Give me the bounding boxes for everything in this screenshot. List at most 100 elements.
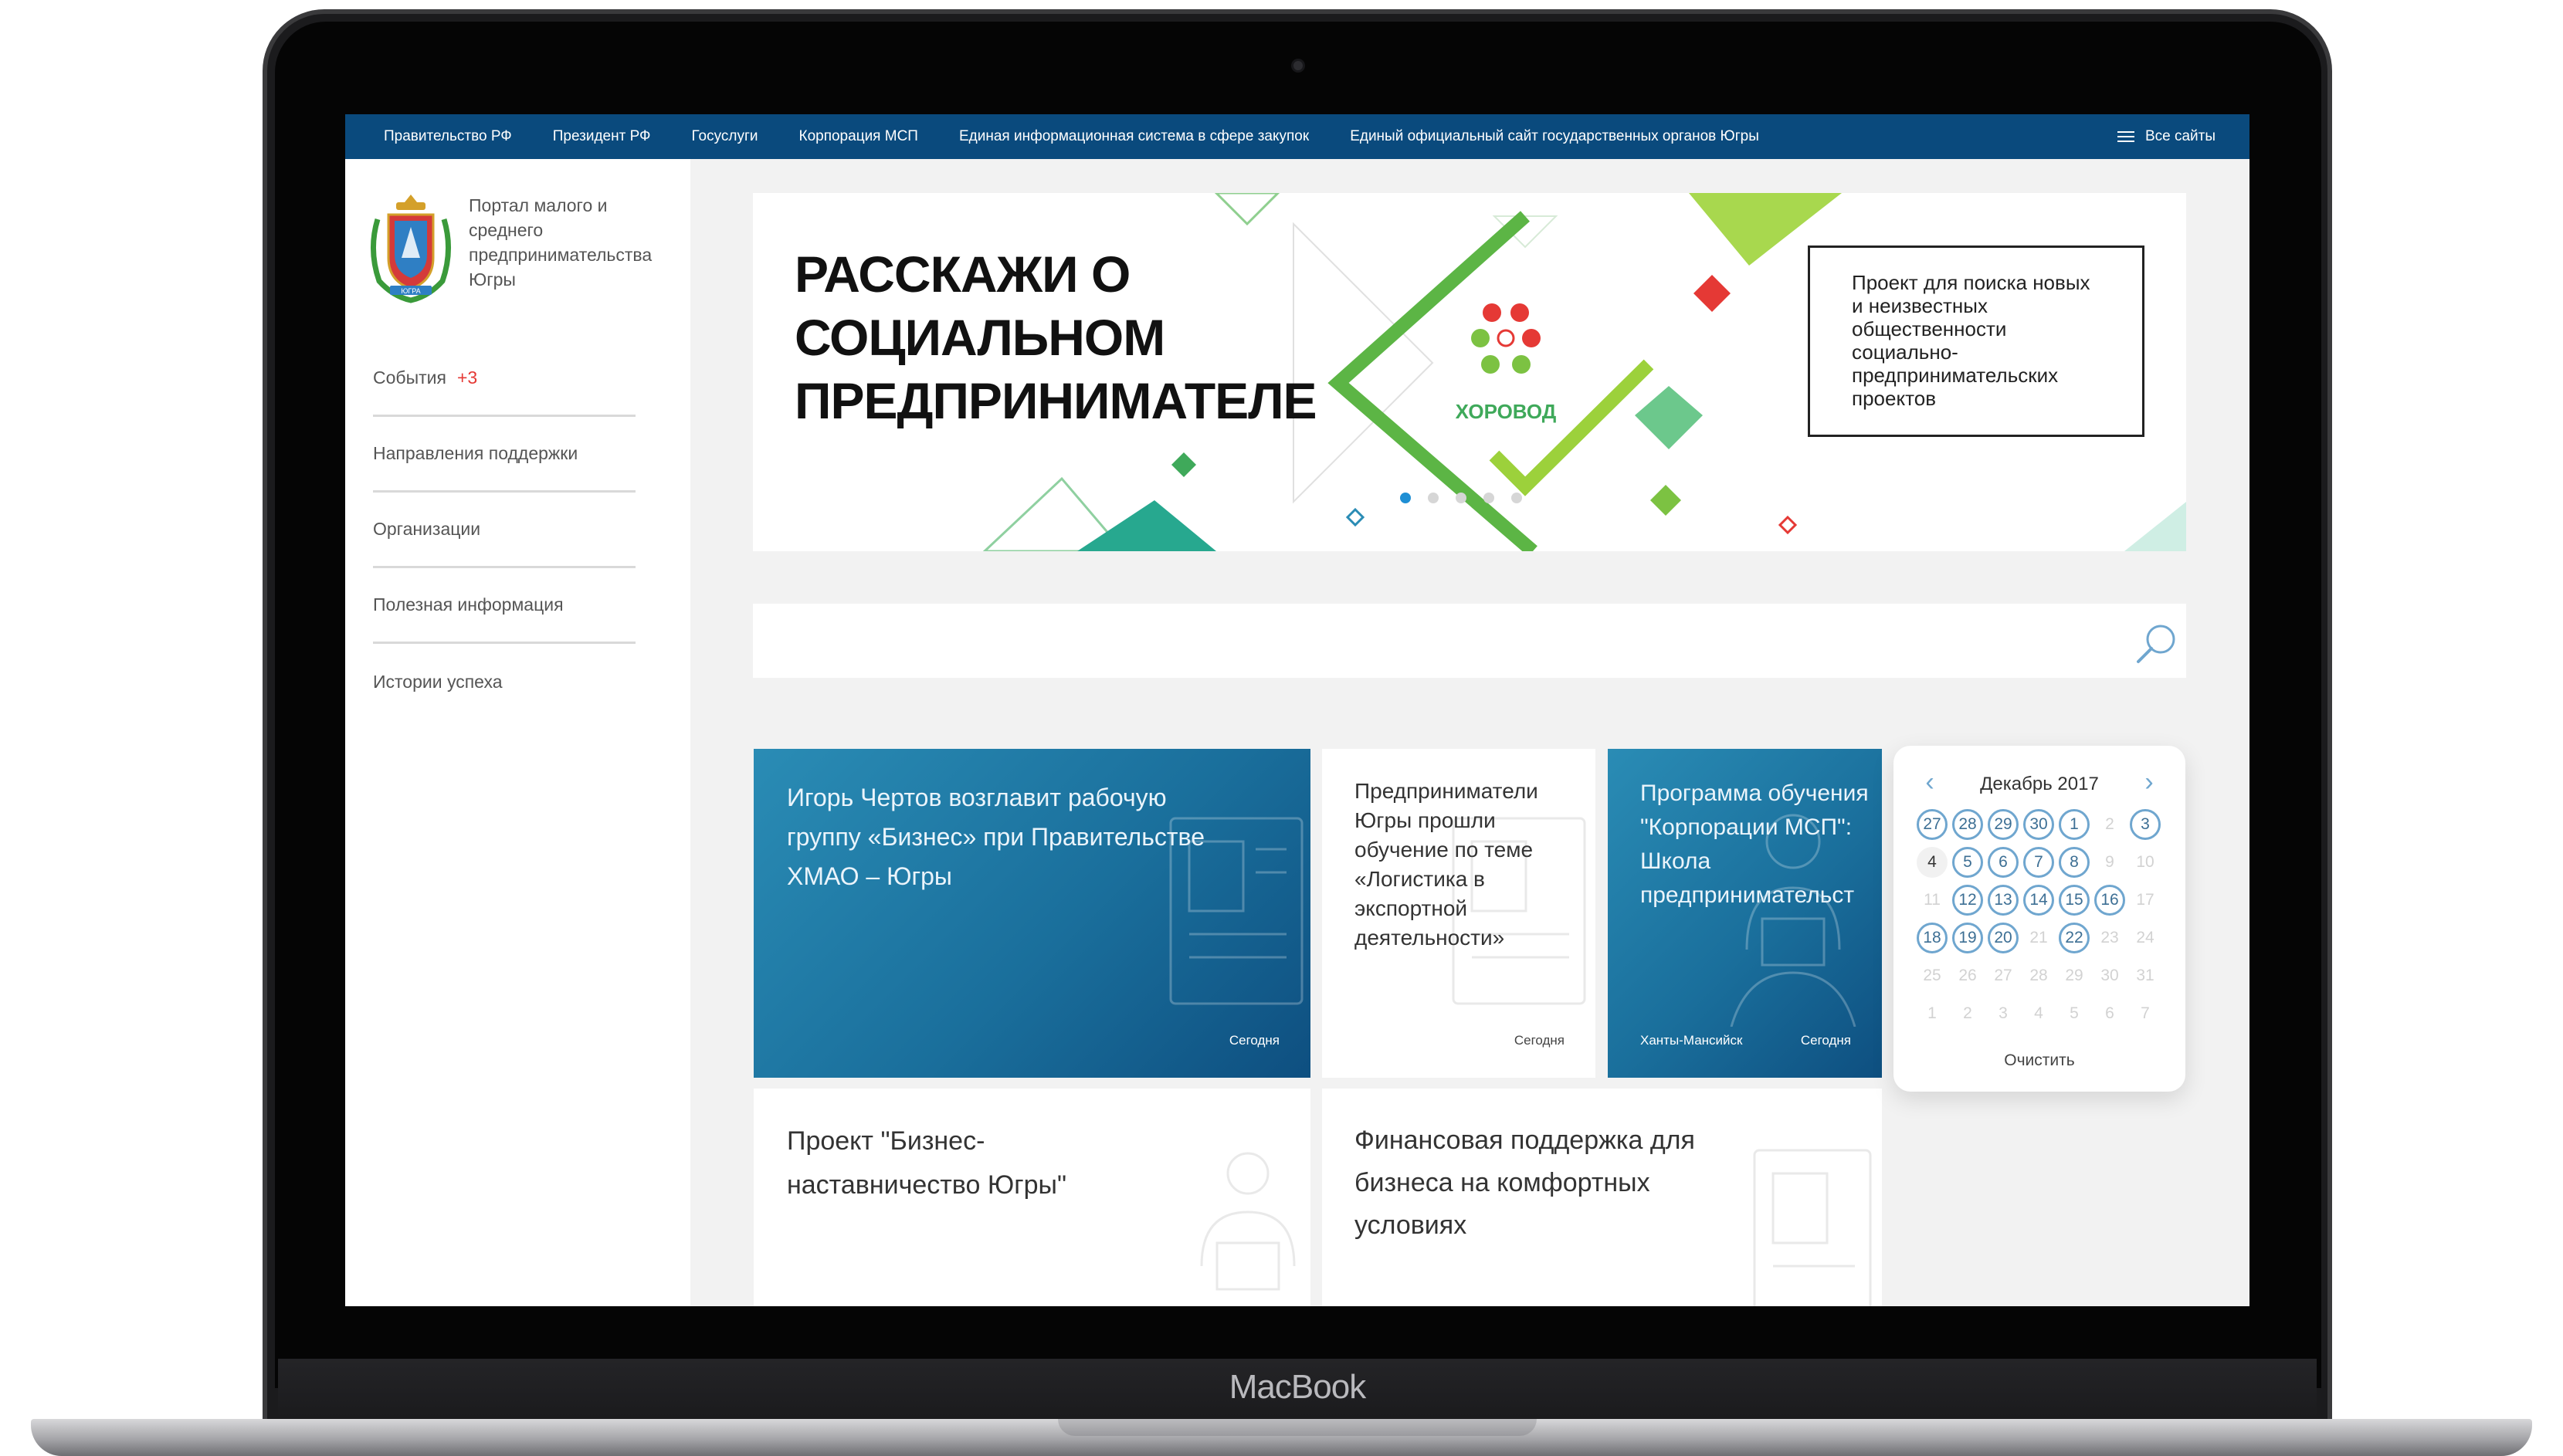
news-location: Ханты-Мансийск	[1640, 1033, 1743, 1048]
calendar-day[interactable]: 15	[2059, 885, 2090, 916]
laptop-notch	[1058, 1419, 1537, 1436]
news-card[interactable]: Проект "Бизнес-наставничество Югры"	[754, 1089, 1310, 1306]
calendar-day[interactable]: 30	[2094, 960, 2125, 991]
sidebar: ЮГРА Портал малого и среднего предприним…	[345, 159, 690, 1306]
news-date: Сегодня	[1229, 1033, 1280, 1048]
slide-dot[interactable]	[1511, 493, 1522, 503]
coat-of-arms-logo[interactable]: ЮГРА	[362, 188, 459, 304]
slide-dot[interactable]	[1483, 493, 1494, 503]
calendar-day[interactable]: 22	[2059, 923, 2090, 953]
toplink-msp-corporation[interactable]: Корпорация МСП	[799, 128, 918, 145]
calendar-day[interactable]: 30	[2023, 809, 2054, 840]
calendar-day[interactable]: 29	[1988, 809, 2019, 840]
banner-title: РАССКАЖИ О СОЦИАЛЬНОМ ПРЕДПРИНИМАТЕЛЕ	[795, 245, 1317, 429]
calendar-day[interactable]: 4	[2023, 998, 2054, 1029]
banner-pagination	[1400, 493, 1539, 503]
calendar-day[interactable]: 28	[1952, 809, 1983, 840]
calendar-day[interactable]: 19	[1952, 923, 1983, 953]
sidebar-item-success-stories[interactable]: Истории успеха	[373, 644, 636, 720]
menu-icon	[2117, 131, 2134, 142]
promo-banner[interactable]: ХОРОВОД РАССКАЖИ О СОЦИАЛЬНОМ ПРЕДПРИНИМ…	[753, 193, 2186, 551]
person-icon	[1200, 1152, 1296, 1291]
toplink-procurement[interactable]: Единая информационная система в сфере за…	[959, 128, 1309, 145]
news-card[interactable]: Программа обучения "Корпорации МСП": Шко…	[1608, 749, 1882, 1078]
calendar-day[interactable]: 6	[1988, 847, 2019, 878]
calendar-day[interactable]: 23	[2094, 923, 2125, 953]
calendar-day[interactable]: 25	[1917, 960, 1948, 991]
search-icon[interactable]	[2134, 621, 2180, 667]
news-card[interactable]: Предприниматели Югры прошли обучение по …	[1322, 749, 1595, 1078]
calendar-day[interactable]: 12	[1952, 885, 1983, 916]
sidebar-item-label: Истории успеха	[373, 671, 503, 692]
calendar-grid: 27 28 29 30 1 2 3 4 5 6 7 8 9 10 11 12 13 14 15 16 17 18 19 20 2…	[1914, 806, 2171, 1033]
calendar-day[interactable]: 29	[2059, 960, 2090, 991]
calendar-day[interactable]: 5	[2059, 998, 2090, 1029]
slide-dot[interactable]	[1400, 493, 1411, 503]
sidebar-nav: События +3 Направления поддержки Организ…	[373, 341, 636, 720]
calendar-day[interactable]: 20	[1988, 923, 2019, 953]
calendar-day[interactable]: 14	[2023, 885, 2054, 916]
sidebar-item-label: Полезная информация	[373, 594, 564, 615]
top-links-bar: Правительство РФ Президент РФ Госуслуги …	[345, 114, 2249, 159]
news-date: Сегодня	[1800, 1033, 1851, 1048]
calendar-day[interactable]: 26	[1952, 960, 1983, 991]
all-sites-button[interactable]: Все сайты	[2117, 114, 2216, 159]
sidebar-item-organizations[interactable]: Организации	[373, 493, 636, 568]
calendar-day[interactable]: 21	[2023, 923, 2054, 953]
calendar-day[interactable]: 4	[1917, 847, 1948, 878]
portal-name: Портал малого и среднего предприниматель…	[469, 195, 653, 290]
calendar-day[interactable]: 27	[1988, 960, 2019, 991]
events-count-badge: +3	[456, 367, 478, 388]
toplink-gosuslugi[interactable]: Госуслуги	[691, 128, 758, 145]
calendar-day[interactable]: 1	[1917, 998, 1948, 1029]
laptop-brand-label: MacBook	[1229, 1368, 1366, 1406]
calendar-day[interactable]: 13	[1988, 885, 2019, 916]
banner-description: Проект для поиска новых и неизвестных об…	[1808, 245, 2144, 437]
sidebar-item-useful-info[interactable]: Полезная информация	[373, 568, 636, 644]
sidebar-item-support[interactable]: Направления поддержки	[373, 417, 636, 493]
calendar-day[interactable]: 11	[1917, 885, 1948, 916]
calendar-day[interactable]: 2	[1952, 998, 1983, 1029]
toplink-president[interactable]: Президент РФ	[553, 128, 651, 145]
logo-text: ЮГРА	[401, 287, 420, 295]
calendar-day[interactable]: 17	[2130, 885, 2161, 916]
calendar-day[interactable]: 8	[2059, 847, 2090, 878]
calendar-day[interactable]: 7	[2130, 998, 2161, 1029]
news-date: Сегодня	[1514, 1033, 1565, 1048]
news-card[interactable]: Финансовая поддержка для бизнеса на комф…	[1322, 1089, 1882, 1306]
calendar-day[interactable]: 18	[1917, 923, 1948, 953]
calendar-day[interactable]: 7	[2023, 847, 2054, 878]
calendar-day[interactable]: 24	[2130, 923, 2161, 953]
calendar-next-button[interactable]: ›	[2138, 769, 2161, 795]
calendar-day[interactable]: 31	[2130, 960, 2161, 991]
calendar-day[interactable]: 5	[1952, 847, 1983, 878]
calendar-day[interactable]: 2	[2094, 809, 2125, 840]
calendar-day[interactable]: 3	[2130, 809, 2161, 840]
slide-dot[interactable]	[1428, 493, 1439, 503]
all-sites-label: Все сайты	[2144, 128, 2216, 144]
calendar-day[interactable]: 10	[2130, 847, 2161, 878]
news-title: Программа обучения "Корпорации МСП": Шко…	[1640, 780, 1869, 908]
news-card[interactable]: Игорь Чертов возглавит рабочую группу «Б…	[754, 749, 1310, 1078]
news-title: Игорь Чертов возглавит рабочую группу «Б…	[787, 784, 1205, 890]
search-input[interactable]	[753, 604, 2186, 678]
newspaper-icon	[1753, 1149, 1872, 1306]
slide-dot[interactable]	[1456, 493, 1466, 503]
calendar-day[interactable]: 6	[2094, 998, 2125, 1029]
news-title: Проект "Бизнес-наставничество Югры"	[787, 1126, 1067, 1200]
khorovod-logo-text: ХОРОВОД	[1456, 400, 1557, 423]
news-title: Предприниматели Югры прошли обучение по …	[1354, 779, 1538, 950]
sidebar-item-events[interactable]: События +3	[373, 341, 636, 417]
calendar-clear-button[interactable]: Очистить	[1893, 1051, 2185, 1070]
calendar-day[interactable]: 27	[1917, 809, 1948, 840]
calendar-day[interactable]: 1	[2059, 809, 2090, 840]
calendar-day[interactable]: 9	[2094, 847, 2125, 878]
browser-screen: Правительство РФ Президент РФ Госуслуги …	[345, 114, 2249, 1306]
sidebar-item-label: Направления поддержки	[373, 443, 578, 463]
laptop-mockup: Правительство РФ Президент РФ Госуслуги …	[0, 0, 2563, 1456]
toplink-government[interactable]: Правительство РФ	[384, 128, 512, 145]
calendar-day[interactable]: 3	[1988, 998, 2019, 1029]
calendar-day[interactable]: 16	[2094, 885, 2125, 916]
toplink-ugra-site[interactable]: Единый официальный сайт государственных …	[1350, 128, 1759, 145]
calendar-day[interactable]: 28	[2023, 960, 2054, 991]
